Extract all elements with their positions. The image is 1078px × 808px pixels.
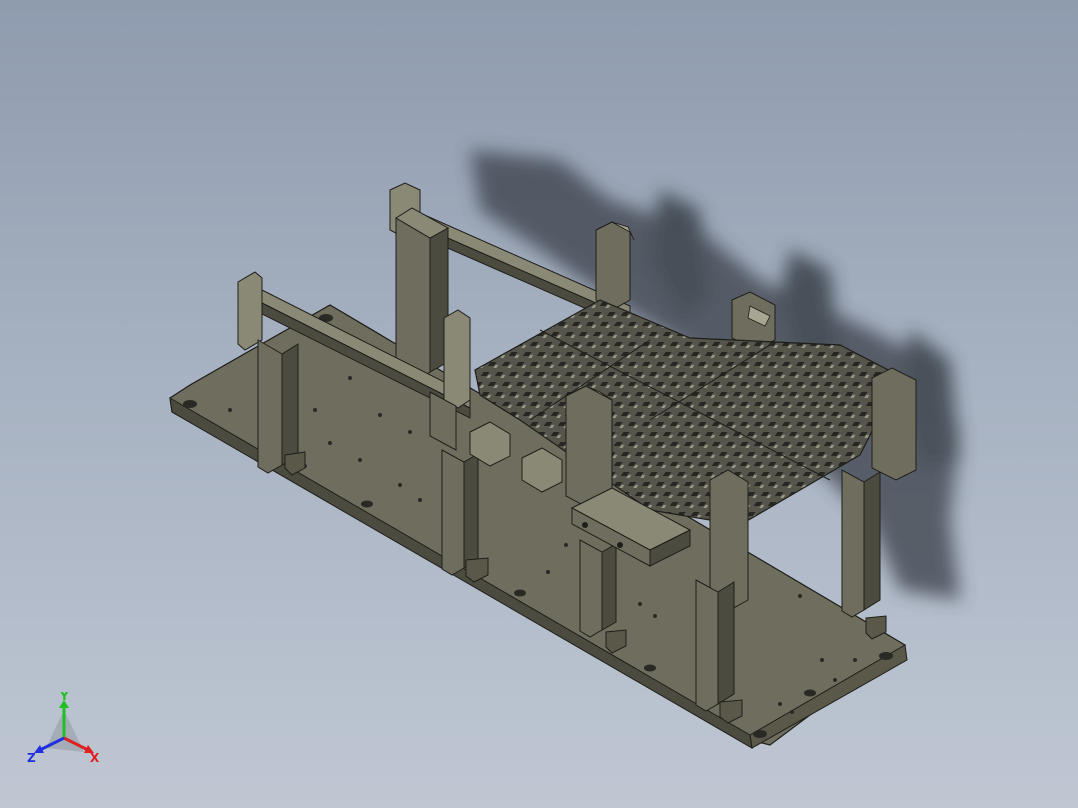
cad-model-view[interactable] <box>0 0 1078 808</box>
x-axis-label: X <box>90 751 100 765</box>
coordinate-triad[interactable]: Y X Z <box>22 692 112 772</box>
z-axis-label: Z <box>27 751 36 765</box>
graphics-viewport[interactable]: Y X Z <box>0 0 1078 808</box>
y-axis-label: Y <box>59 692 69 703</box>
